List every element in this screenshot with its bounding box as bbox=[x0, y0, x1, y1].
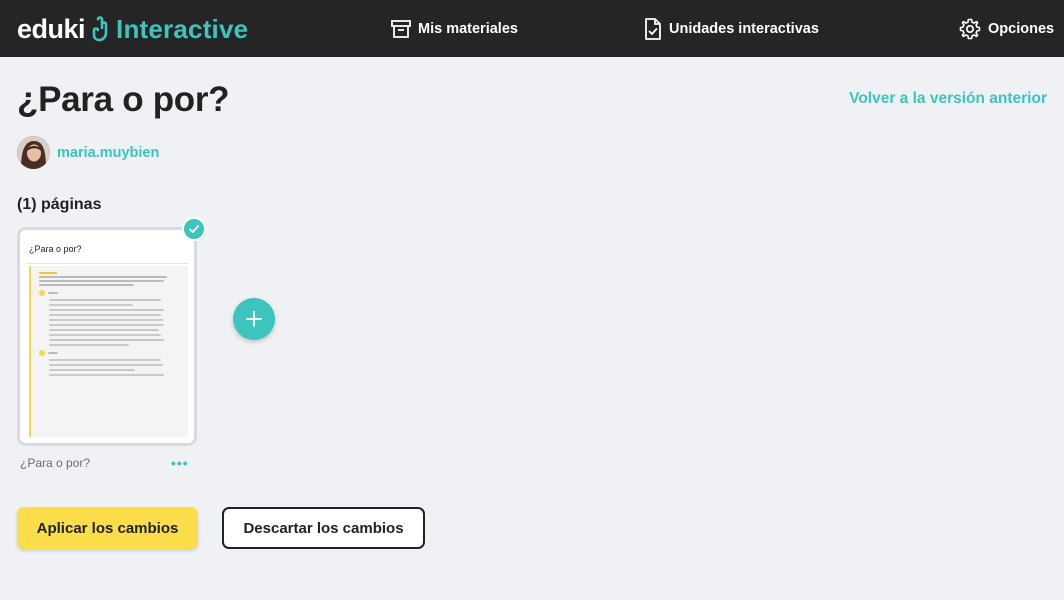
thumbnail-section bbox=[39, 290, 184, 296]
apply-changes-button[interactable]: Aplicar los cambios bbox=[17, 507, 198, 549]
avatar[interactable] bbox=[17, 136, 50, 169]
thumbnail-bullet-line bbox=[49, 369, 135, 371]
thumbnail-bullet-line bbox=[49, 314, 161, 316]
checkmark-icon bbox=[189, 225, 199, 233]
thumbnail-section bbox=[39, 350, 184, 356]
page-title: ¿Para o por? bbox=[17, 80, 230, 119]
thumbnail-bullet-line bbox=[49, 319, 163, 321]
thumbnail-bullet-icon bbox=[39, 290, 45, 296]
thumbnail-bullet-line bbox=[49, 299, 161, 301]
author-info: maria.muybien bbox=[17, 136, 159, 169]
pages-count: (1) páginas bbox=[17, 196, 102, 213]
nav-unidades-interactivas[interactable]: Unidades interactivas bbox=[643, 16, 819, 42]
archive-box-icon bbox=[391, 20, 411, 38]
thumbnail-bullet-line bbox=[49, 364, 163, 366]
nav-unidades-interactivas-label: Unidades interactivas bbox=[669, 21, 819, 37]
thumbnail-bullet-line bbox=[49, 334, 161, 336]
plus-icon bbox=[246, 311, 262, 327]
logo-hand-icon bbox=[92, 16, 108, 42]
avatar-image bbox=[17, 136, 50, 169]
document-check-icon bbox=[645, 18, 661, 40]
page-options-menu-button[interactable]: ••• bbox=[171, 455, 189, 471]
author-name-link[interactable]: maria.muybien bbox=[57, 145, 159, 161]
thumbnail-content bbox=[29, 266, 188, 437]
thumbnail-title: ¿Para o por? bbox=[29, 244, 82, 254]
nav-mis-materiales-label: Mis materiales bbox=[418, 21, 518, 37]
thumbnail-text-line bbox=[39, 284, 134, 286]
logo-product-text: Interactive bbox=[116, 13, 249, 44]
nav-opciones[interactable]: Opciones bbox=[958, 16, 1054, 42]
thumbnail-heading-line bbox=[39, 272, 57, 274]
selected-check-badge bbox=[182, 217, 206, 241]
page-caption: ¿Para o por? bbox=[20, 456, 91, 470]
thumbnail-bullet-line bbox=[49, 329, 159, 331]
nav-mis-materiales[interactable]: Mis materiales bbox=[390, 16, 518, 42]
back-to-previous-version-link[interactable]: Volver a la versión anterior bbox=[849, 90, 1047, 108]
logo-brand-text: eduki bbox=[17, 13, 86, 44]
eduki-interactive-logo[interactable]: eduki Interactive bbox=[17, 12, 248, 46]
thumbnail-bullet-icon bbox=[39, 350, 45, 356]
nav-opciones-label: Opciones bbox=[988, 21, 1055, 37]
add-page-button[interactable] bbox=[233, 298, 275, 340]
top-navigation-bar: eduki Interactive Mis materiales Unidade… bbox=[0, 0, 1064, 57]
thumbnail-bullet-line bbox=[49, 309, 164, 311]
thumbnail-bullet-line bbox=[49, 304, 133, 306]
gear-icon bbox=[959, 18, 981, 40]
thumbnail-bullet-line bbox=[49, 344, 129, 346]
discard-changes-button[interactable]: Descartar los cambios bbox=[222, 507, 425, 549]
page-thumbnail-card[interactable]: ¿Para o por? bbox=[17, 227, 197, 446]
thumbnail-divider bbox=[26, 263, 188, 264]
thumbnail-bullet-line bbox=[49, 324, 164, 326]
page-thumbnail-preview: ¿Para o por? bbox=[26, 233, 188, 437]
thumbnail-text-line bbox=[39, 276, 167, 278]
thumbnail-bullet-line bbox=[49, 339, 164, 341]
thumbnail-bullet-line bbox=[49, 374, 164, 376]
thumbnail-bullet-line bbox=[49, 359, 161, 361]
thumbnail-text-line bbox=[39, 280, 164, 282]
